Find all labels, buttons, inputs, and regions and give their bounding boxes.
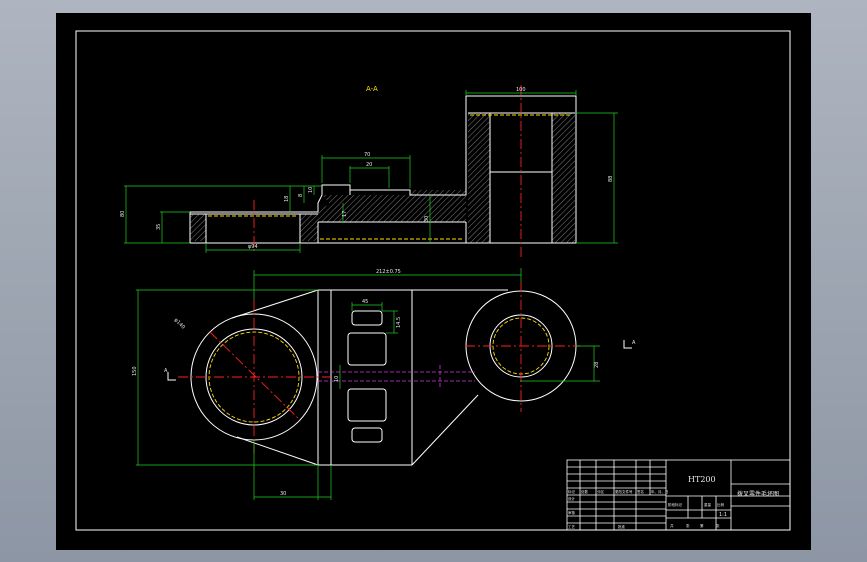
title-block-row-label: 标记 — [568, 489, 576, 494]
title-block-label: 阶段标记 — [668, 502, 682, 507]
drawing-sheet: A-A 100 70 20 80 35 φ94 18 8 10 17 30 88… — [56, 13, 811, 550]
inner-border — [75, 30, 791, 531]
title-block-label: 第 — [700, 523, 704, 528]
dim-big-diameter: φ140 — [173, 317, 186, 330]
material-label: HT200 — [688, 475, 716, 484]
top-view: A A 212±0.75 φ140 150 45 14.5 30 10 28 — [132, 268, 636, 500]
title-block-label: 审核 — [568, 510, 576, 515]
dim-offset: 30 — [280, 491, 286, 497]
dim-center-distance: 212±0.75 — [376, 269, 401, 275]
title-block: HT200 拨叉零件毛坯图 1:1 标记 处数 分区 更改文件号 签名 年、月、日 设计审… — [566, 459, 791, 531]
top-dimension-texts: 212±0.75 φ140 150 45 14.5 30 10 28 — [132, 269, 600, 497]
dim-left-height: 35 — [156, 224, 162, 230]
title-block-label: 设计 — [568, 496, 576, 501]
dim-right-offset: 28 — [594, 362, 600, 368]
dim-rib-width: 10 — [334, 376, 340, 382]
section-view: A-A 100 70 20 80 35 φ94 18 8 10 17 30 88 — [120, 85, 618, 260]
dim-web: 17 — [342, 211, 348, 217]
title-block-row-label: 处数 — [581, 489, 589, 494]
title-block-label: 张 — [686, 523, 690, 528]
dim-total-height: 80 — [120, 211, 126, 217]
dim-top-width: 100 — [516, 87, 526, 93]
dim-overall-height: 150 — [132, 366, 138, 376]
dim-boss-width: 70 — [364, 152, 370, 158]
title-block-label: 重量 — [704, 502, 712, 507]
title-block-row-label: 年、月、日 — [651, 489, 669, 494]
section-marker-left: A — [164, 368, 168, 374]
dim-web-height: 30 — [424, 216, 430, 222]
dim-slot-width: 45 — [362, 299, 368, 305]
title-block-row-label: 分区 — [597, 489, 605, 494]
dim-right-height: 88 — [608, 176, 614, 182]
title-block-row-label: 更改文件号 — [615, 489, 633, 494]
dim-boss-inner: 20 — [366, 162, 372, 168]
dim-left-step: 18 — [284, 196, 290, 202]
dim-slot-height: 14.5 — [396, 317, 402, 328]
title-block-labels: 设计审核工艺 阶段标记 重量 比例共 张 第 张 批准 — [568, 496, 725, 529]
title-block-row-label: 签名 — [637, 489, 644, 494]
dim-bottom-width: φ94 — [248, 244, 258, 250]
title-block-row-labels: 标记 处数 分区 更改文件号 签名 年、月、日 — [568, 489, 669, 494]
title-block-label: 共 — [670, 523, 674, 528]
title-block-label: 批准 — [618, 524, 626, 529]
top-view-outline — [190, 289, 577, 466]
scale-value: 1:1 — [719, 512, 727, 518]
dim-step-b: 10 — [308, 187, 314, 193]
title-block-label: 比例 — [717, 502, 725, 507]
section-label: A-A — [366, 85, 378, 93]
dim-step-a: 8 — [298, 194, 304, 197]
title-block-label: 工艺 — [568, 524, 576, 529]
section-marker-right: A — [632, 340, 636, 346]
title-block-label: 张 — [716, 523, 720, 528]
cad-drawing: A-A 100 70 20 80 35 φ94 18 8 10 17 30 88… — [75, 30, 791, 531]
drawing-name: 拨叉零件毛坯图 — [737, 490, 779, 498]
